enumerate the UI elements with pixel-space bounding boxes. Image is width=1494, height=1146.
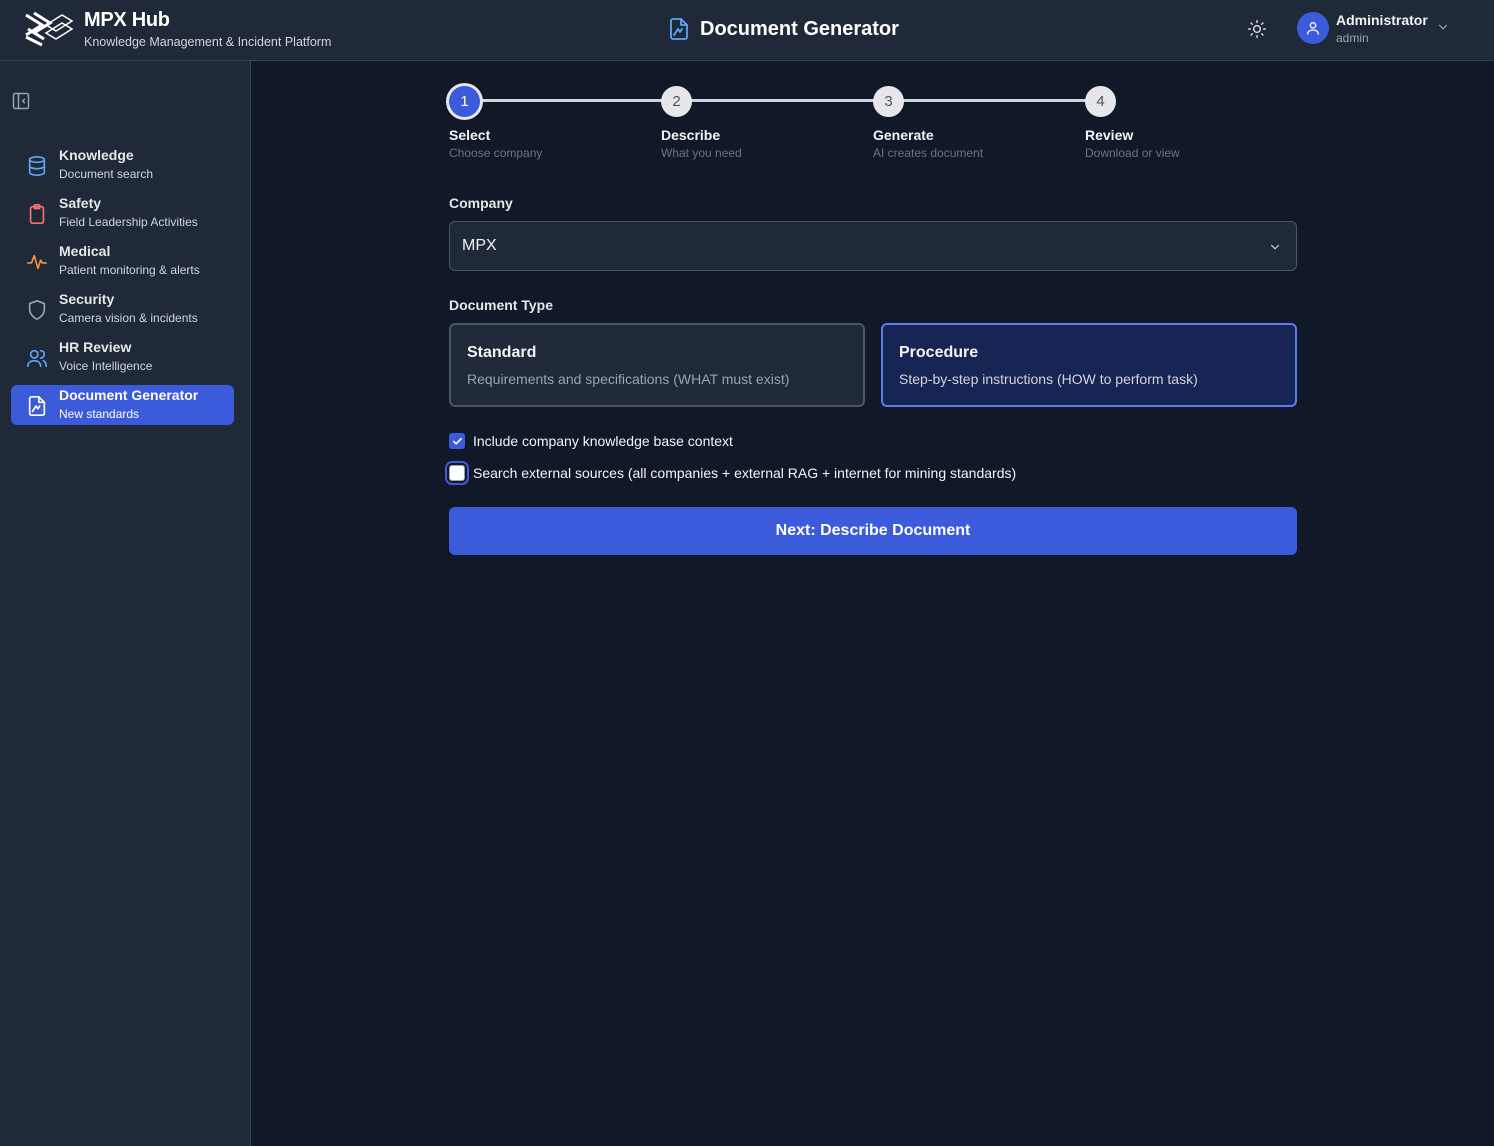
doc-type-title: Procedure <box>899 344 979 361</box>
step-number: 4 <box>1085 86 1116 117</box>
file-signature-icon <box>28 396 46 416</box>
company-select-value: MPX <box>462 237 497 254</box>
top-header: MPX Hub Knowledge Management & Incident … <box>0 0 1494 61</box>
avatar <box>1297 12 1329 44</box>
doc-type-procedure-card[interactable]: Procedure Step-by-step instructions (HOW… <box>881 323 1297 407</box>
sun-icon <box>1247 19 1267 39</box>
doc-type-description: Requirements and specifications (WHAT mu… <box>467 371 790 387</box>
step-subtitle: What you need <box>661 146 742 160</box>
user-name: Administrator <box>1336 12 1428 28</box>
sidebar-item-sub: Document search <box>59 167 154 181</box>
sidebar-item-medical[interactable]: Medical Patient monitoring & alerts <box>11 241 234 281</box>
step-number: 3 <box>873 86 904 117</box>
sidebar-item-knowledge[interactable]: Knowledge Document search <box>11 145 234 185</box>
external-sources-option[interactable]: Search external sources (all companies +… <box>449 463 1016 483</box>
step-title: Describe <box>661 127 721 143</box>
step-subtitle: Choose company <box>449 146 543 160</box>
sidebar-item-sub: Field Leadership Activities <box>59 215 198 229</box>
include-kb-option[interactable]: Include company knowledge base context <box>449 431 733 451</box>
doc-type-title: Standard <box>467 344 537 361</box>
sidebar-item-label: Document Generator <box>59 387 199 403</box>
brand-title: MPX Hub <box>84 9 170 31</box>
include-kb-checkbox[interactable] <box>449 433 465 449</box>
clipboard-icon <box>29 204 45 224</box>
sidebar-item-safety[interactable]: Safety Field Leadership Activities <box>11 193 234 233</box>
user-role: admin <box>1336 31 1369 45</box>
external-sources-label: Search external sources (all companies +… <box>473 465 1017 481</box>
sidebar-collapse-button[interactable] <box>11 91 31 111</box>
user-menu[interactable]: Administrator admin <box>1297 10 1457 48</box>
chevron-down-icon <box>1438 24 1448 30</box>
doc-type-standard-card[interactable]: Standard Requirements and specifications… <box>449 323 865 407</box>
sidebar: Knowledge Document search Safety Field L… <box>0 61 251 1146</box>
sidebar-item-label: Knowledge <box>59 147 134 163</box>
step-review: 4 Review Download or view <box>1085 86 1265 160</box>
step-title: Generate <box>873 127 934 143</box>
sidebar-item-security[interactable]: Security Camera vision & incidents <box>11 289 234 329</box>
step-select: 1 Select Choose company <box>449 86 629 160</box>
page-title: Document Generator <box>700 17 899 40</box>
doc-type-description: Step-by-step instructions (HOW to perfor… <box>899 371 1198 387</box>
brand-subtitle: Knowledge Management & Incident Platform <box>84 35 332 49</box>
step-title: Select <box>449 127 491 143</box>
checkmark-icon <box>452 437 462 445</box>
pulse-icon <box>27 254 47 270</box>
next-describe-document-button[interactable]: Next: Describe Document <box>449 507 1297 555</box>
users-icon <box>27 349 47 368</box>
user-icon <box>1307 22 1319 35</box>
step-describe: 2 Describe What you need <box>661 86 841 160</box>
step-generate: 3 Generate AI creates document <box>873 86 1053 160</box>
company-label: Company <box>449 195 513 211</box>
theme-toggle-button[interactable] <box>1244 16 1270 42</box>
sidebar-item-sub: Voice Intelligence <box>59 359 153 373</box>
database-icon <box>28 156 46 176</box>
sidebar-item-document-generator[interactable]: Document Generator New standards <box>11 385 234 425</box>
external-sources-checkbox[interactable] <box>449 465 465 481</box>
sidebar-item-sub: Patient monitoring & alerts <box>59 263 200 277</box>
sidebar-item-label: Medical <box>59 243 111 259</box>
shield-icon <box>28 300 46 320</box>
progress-stepper: 1 Select Choose company 2 Describe What … <box>449 86 1297 166</box>
sidebar-item-label: Security <box>59 291 115 307</box>
sidebar-item-label: Safety <box>59 195 102 211</box>
panel-collapse-icon <box>12 92 30 110</box>
step-number: 1 <box>449 86 480 117</box>
step-subtitle: Download or view <box>1085 146 1180 160</box>
sidebar-item-sub: Camera vision & incidents <box>59 311 198 325</box>
sidebar-item-label: HR Review <box>59 339 132 355</box>
step-number: 2 <box>661 86 692 117</box>
include-kb-label: Include company knowledge base context <box>473 433 733 449</box>
mpx-logo-icon <box>25 11 74 47</box>
sidebar-item-hr-review[interactable]: HR Review Voice Intelligence <box>11 337 234 377</box>
step-title: Review <box>1085 127 1134 143</box>
chevron-down-icon <box>1270 244 1280 250</box>
company-select[interactable]: MPX <box>449 221 1297 271</box>
file-signature-icon <box>670 18 688 40</box>
document-type-label: Document Type <box>449 297 553 313</box>
step-subtitle: AI creates document <box>873 146 984 160</box>
page-heading: Document Generator <box>668 14 899 44</box>
sidebar-item-sub: New standards <box>59 407 140 421</box>
